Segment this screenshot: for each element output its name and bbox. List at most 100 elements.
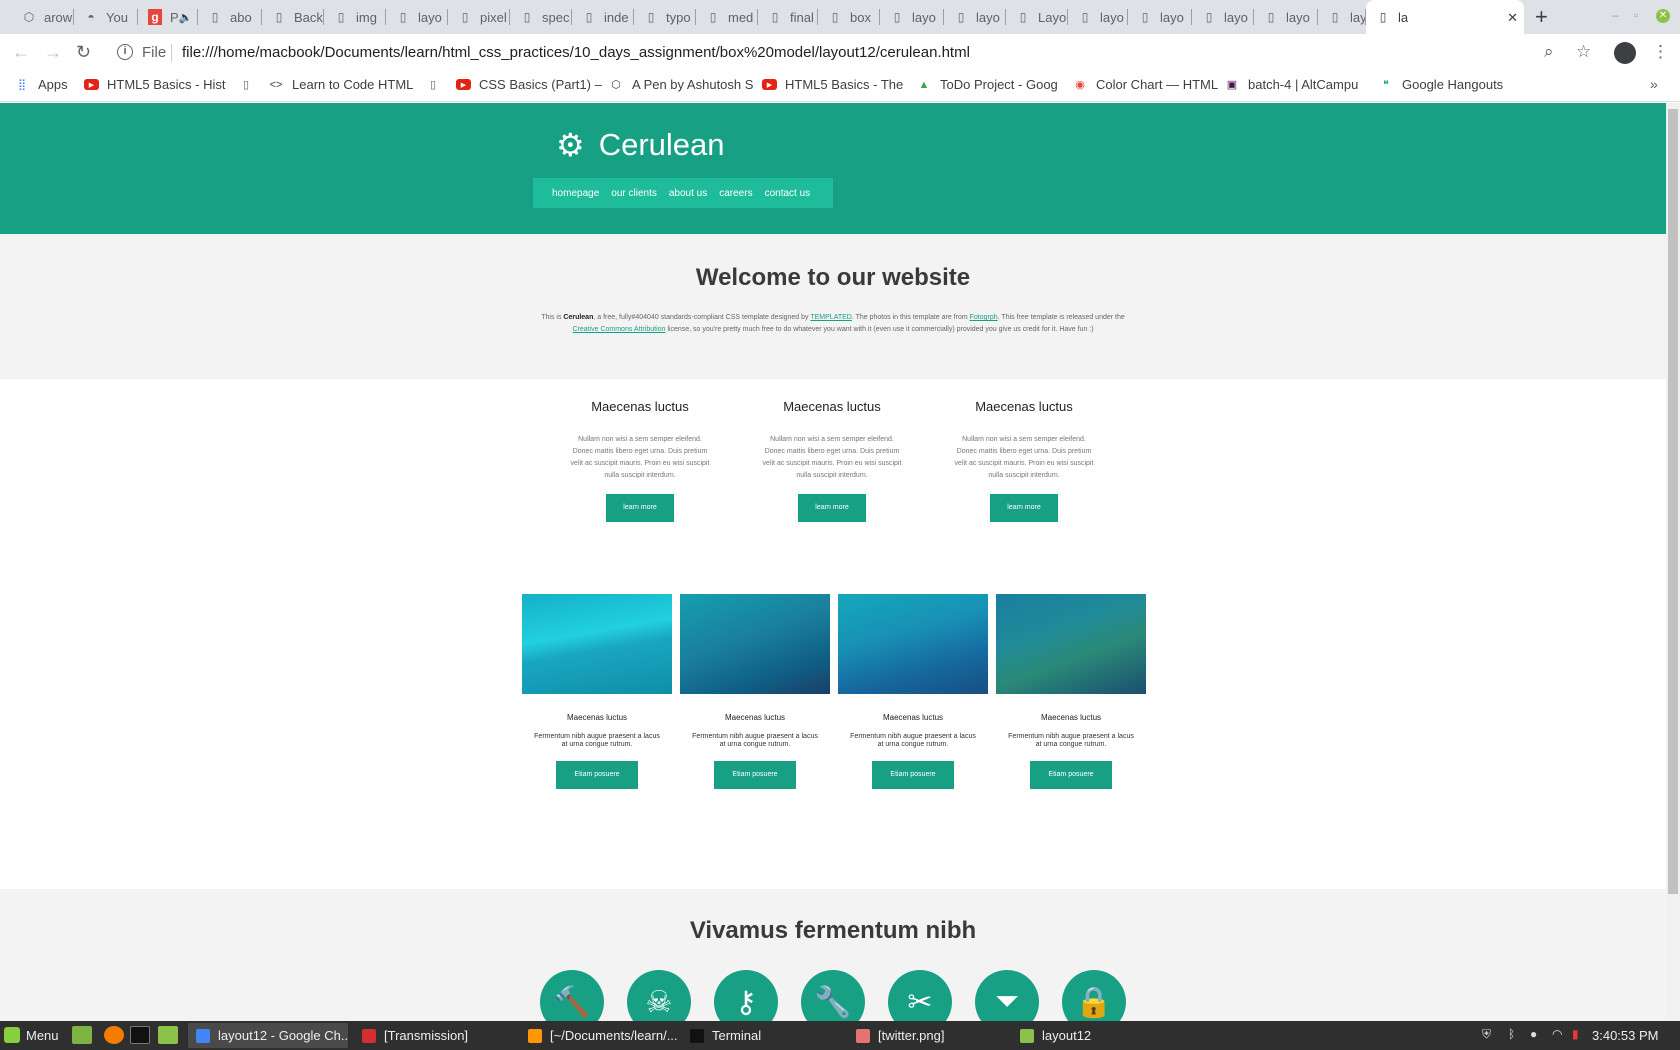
new-tab-button[interactable]: + (1535, 4, 1548, 30)
etiam-posuere-button[interactable]: Etiam posuere (556, 761, 638, 789)
browser-tab[interactable]: ▯ abo (198, 0, 262, 34)
reload-button[interactable]: ↻ (76, 42, 91, 63)
browser-tab[interactable]: ⬡ arow (12, 0, 74, 34)
bookmark-item[interactable]: ⣿ Apps (14, 77, 68, 92)
taskbar-window[interactable]: layout12 (1012, 1023, 1172, 1048)
templated-link[interactable]: TEMPLATED (810, 314, 852, 321)
bluetooth-icon[interactable]: ᛒ (1508, 1027, 1515, 1041)
skull-crossbones-icon[interactable]: ☠ (627, 970, 691, 1021)
wifi-icon[interactable]: ◠ (1552, 1027, 1562, 1041)
bookmark-star-icon[interactable]: ☆ (1576, 42, 1591, 62)
page-scrollbar[interactable] (1666, 103, 1680, 1021)
welcome-section: Welcome to our website This is Cerulean,… (0, 234, 1666, 379)
bookmarks-overflow-icon[interactable]: » (1650, 76, 1658, 92)
browser-tab[interactable]: ▯ layo (1192, 0, 1254, 34)
browser-tab[interactable]: ▯ Back (262, 0, 324, 34)
site-info-icon[interactable]: i (117, 44, 133, 60)
terminal-launcher-icon[interactable] (130, 1026, 150, 1044)
learn-more-button[interactable]: learn more (798, 494, 866, 522)
back-button[interactable]: ← (12, 42, 30, 63)
browser-tab[interactable]: ▯ layo (944, 0, 1006, 34)
bookmark-item[interactable]: ⬡ A Pen by Ashutosh S (608, 77, 753, 92)
wrench-icon[interactable]: 🔧 (801, 970, 865, 1021)
browser-tab[interactable]: ▯ layo (1068, 0, 1128, 34)
learn-more-button[interactable]: learn more (990, 494, 1058, 522)
address-bar[interactable]: file:///home/macbook/Documents/learn/htm… (182, 44, 970, 61)
browser-tab[interactable]: ▯ Layo (1006, 0, 1068, 34)
url-divider (171, 44, 172, 62)
page-icon: ▯ (211, 10, 219, 24)
battery-icon[interactable]: ▮ (1572, 1027, 1579, 1041)
gavel-icon[interactable]: 🔨 (540, 970, 604, 1021)
browser-tab[interactable]: ▯ med (696, 0, 758, 34)
tab-title: typo (666, 9, 691, 25)
show-desktop-icon[interactable] (72, 1026, 92, 1044)
forward-button[interactable]: → (44, 42, 62, 63)
tab-close-icon[interactable]: ✕ (1507, 10, 1518, 26)
browser-tab[interactable]: ▯ layo (880, 0, 944, 34)
window-close-icon[interactable]: ✕ (1656, 9, 1670, 23)
browser-tab[interactable]: gP 🔈 (138, 0, 198, 34)
profile-avatar[interactable] (1614, 42, 1636, 64)
key-icon[interactable]: ⚷ (714, 970, 778, 1021)
user-icon[interactable]: ● (1530, 1027, 1537, 1041)
tab-title: layo (1224, 9, 1248, 25)
files-launcher-icon[interactable] (158, 1026, 178, 1044)
nav-link-careers[interactable]: careers (719, 188, 752, 199)
clock[interactable]: 3:40:53 PM (1592, 1028, 1659, 1043)
scissors-icon[interactable]: ✂ (888, 970, 952, 1021)
browser-tab[interactable]: ▯ layo (1318, 0, 1366, 34)
bookmark-item[interactable]: ▶ HTML5 Basics - The (762, 77, 903, 92)
firefox-icon[interactable] (104, 1026, 124, 1044)
creative-commons-link[interactable]: Creative Commons Attribution (572, 326, 665, 333)
nav-link-contact-us[interactable]: contact us (765, 188, 811, 199)
browser-tab[interactable]: ▯ typo (634, 0, 696, 34)
taskbar-window[interactable]: [Transmission] (354, 1023, 514, 1048)
browser-tab[interactable]: ▯ final (758, 0, 818, 34)
browser-tab[interactable]: ▯ inde (572, 0, 634, 34)
taskbar-window[interactable]: Terminal (682, 1023, 842, 1048)
maximize-icon[interactable]: ▫ (1634, 8, 1638, 22)
filter-icon[interactable]: ⏷ (975, 970, 1039, 1021)
nav-link-our-clients[interactable]: our clients (611, 188, 657, 199)
fotogrph-link[interactable]: Fotogrph (970, 314, 998, 321)
taskbar-window[interactable]: [twitter.png] (848, 1023, 1008, 1048)
bookmark-item[interactable]: ◉ Color Chart — HTML (1072, 77, 1218, 92)
taskbar-window[interactable]: [~/Documents/learn/... (520, 1023, 680, 1048)
browser-tab[interactable]: ▯ la ✕ (1366, 0, 1524, 34)
browser-tab[interactable]: ▯ layo (1128, 0, 1192, 34)
bookmark-item[interactable]: ▶ CSS Basics (Part1) – (456, 77, 602, 92)
start-menu-button[interactable]: Menu (4, 1027, 59, 1043)
site-logo[interactable]: ⚙ Cerulean (556, 126, 725, 164)
photo-card: Maecenas luctus Fermentum nibh augue prae… (522, 594, 672, 789)
scrollbar-thumb[interactable] (1668, 109, 1678, 894)
nav-link-about-us[interactable]: about us (669, 188, 707, 199)
lock-icon[interactable]: 🔒 (1062, 970, 1126, 1021)
etiam-posuere-button[interactable]: Etiam posuere (714, 761, 796, 789)
browser-tab[interactable]: ▯ box (818, 0, 880, 34)
browser-tab[interactable]: ▯ img (324, 0, 386, 34)
browser-tab[interactable]: ▯ spec (510, 0, 572, 34)
nav-link-homepage[interactable]: homepage (552, 188, 599, 199)
shield-icon[interactable]: ⛨ (1482, 1027, 1491, 1042)
minimize-icon[interactable]: – (1612, 8, 1619, 22)
bookmark-item[interactable]: ▯ (425, 77, 449, 91)
bookmark-item[interactable]: ▯ (238, 77, 262, 91)
section-title: Vivamus fermentum nibh (689, 917, 977, 944)
learn-more-button[interactable]: learn more (606, 494, 674, 522)
etiam-posuere-button[interactable]: Etiam posuere (1030, 761, 1112, 789)
etiam-posuere-button[interactable]: Etiam posuere (872, 761, 954, 789)
bookmark-item[interactable]: ▲ ToDo Project - Goog (916, 77, 1058, 92)
taskbar-window[interactable]: layout12 - Google Ch... (188, 1023, 348, 1048)
zoom-icon[interactable]: ⌕ (1544, 42, 1554, 62)
bookmark-item[interactable]: ❝ Google Hangouts (1378, 77, 1503, 92)
browser-tab[interactable]: ▯ layo (1254, 0, 1318, 34)
bookmark-item[interactable]: ▶ HTML5 Basics - Hist (84, 77, 225, 92)
browser-tab[interactable]: ◓ You (74, 0, 138, 34)
bookmark-item[interactable]: ▣ batch-4 | AltCampu (1224, 77, 1359, 92)
browser-menu-icon[interactable]: ⋮ (1652, 42, 1669, 62)
browser-tab[interactable]: ▯ pixel (448, 0, 510, 34)
taskbar-window-label: layout12 - Google Ch... (218, 1028, 348, 1043)
bookmark-item[interactable]: <> Learn to Code HTML (268, 77, 414, 92)
browser-tab[interactable]: ▯ layo (386, 0, 448, 34)
